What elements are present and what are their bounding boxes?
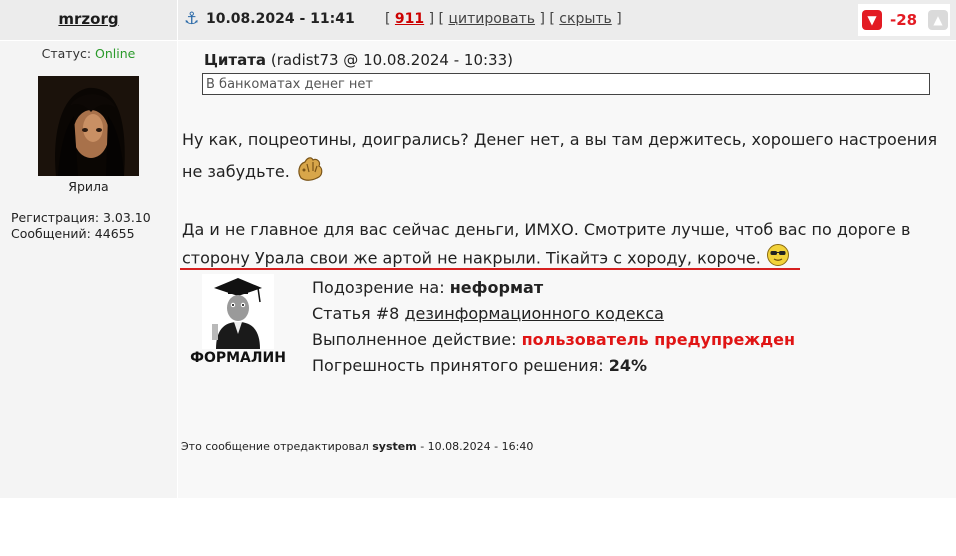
message-paragraph-2: Да и не главное для вас сейчас деньги, И… xyxy=(182,216,952,275)
action-label: Выполненное действие: xyxy=(312,330,517,349)
quote-link[interactable]: цитировать xyxy=(448,11,535,27)
sunglasses-smiley-icon xyxy=(766,243,790,275)
post-score: -28 xyxy=(890,11,918,29)
edited-prefix: Это сообщение отредактировал xyxy=(181,440,369,453)
post-header: ⚓ 10.08.2024 - 11:41 [ 911 ] [ цитироват… xyxy=(178,0,956,40)
highlight-underline xyxy=(180,268,800,270)
thumb-down-icon[interactable]: ▼ xyxy=(862,10,882,30)
formalin-bot-name: ФОРМАЛИН xyxy=(190,350,286,366)
quote-header: Цитата (radist73 @ 10.08.2024 - 10:33) xyxy=(204,51,513,69)
error-line: Погрешность принятого решения: 24% xyxy=(312,353,795,379)
action-value: пользователь предупрежден xyxy=(521,330,796,349)
user-status: Статус: Online xyxy=(0,46,177,61)
moderation-verdict: Подозрение на: неформат Статья #8 дезинф… xyxy=(312,275,795,379)
edited-note: Это сообщение отредактировал system - 10… xyxy=(181,440,533,453)
rating-widget: ▼ -28 ▲ xyxy=(858,4,950,36)
suspicion-label: Подозрение на: xyxy=(312,278,445,297)
quote-meta: (radist73 @ 10.08.2024 - 10:33) xyxy=(270,51,513,69)
suspicion-value: неформат xyxy=(449,278,544,297)
article-link[interactable]: дезинформационного кодекса xyxy=(404,304,663,323)
avatar[interactable] xyxy=(38,76,139,176)
error-label: Погрешность принятого решения: xyxy=(312,356,604,375)
post-author-header: mrzorg xyxy=(0,0,177,41)
author-name[interactable]: mrzorg xyxy=(0,10,177,28)
message-count: Сообщений: 44655 xyxy=(11,226,135,241)
post-links: [ 911 ] [ цитировать ] [ скрыть ] xyxy=(385,11,622,27)
message-text-2: Да и не главное для вас сейчас деньги, И… xyxy=(182,220,911,268)
author-sidebar: Статус: Online Ярила Регистрация: 3.03.1… xyxy=(0,41,177,498)
article-prefix: Статья #8 xyxy=(312,304,400,323)
formalin-bot-avatar xyxy=(202,274,274,349)
registration-date: Регистрация: 3.03.10 xyxy=(11,210,151,225)
thumb-up-icon[interactable]: ▲ xyxy=(928,10,948,30)
status-value: Online xyxy=(95,46,136,61)
hide-link[interactable]: скрыть xyxy=(559,11,612,27)
edited-user: system xyxy=(372,440,417,453)
post-number-link[interactable]: 911 xyxy=(395,11,424,27)
message-paragraph-1: Ну как, поцреотины, доигрались? Денег не… xyxy=(182,125,952,191)
post-body: Цитата (radist73 @ 10.08.2024 - 10:33) В… xyxy=(178,41,956,498)
user-stats: Регистрация: 3.03.10 Сообщений: 44655 xyxy=(11,210,151,242)
forum-post: mrzorg ⚓ 10.08.2024 - 11:41 [ 911 ] [ ци… xyxy=(0,0,956,498)
post-date: 10.08.2024 - 11:41 xyxy=(206,11,355,27)
article-line: Статья #8 дезинформационного кодекса xyxy=(312,301,795,327)
status-label: Статус: xyxy=(41,46,92,61)
clap-smiley-icon xyxy=(295,154,327,191)
suspicion-line: Подозрение на: неформат xyxy=(312,275,795,301)
edited-suffix: - 10.08.2024 - 16:40 xyxy=(420,440,534,453)
anchor-icon[interactable]: ⚓ xyxy=(184,9,199,29)
action-line: Выполненное действие: пользователь преду… xyxy=(312,327,795,353)
avatar-caption: Ярила xyxy=(68,179,109,194)
quote-text: В банкоматах денег нет xyxy=(202,73,930,95)
quote-title: Цитата xyxy=(204,51,267,69)
error-value: 24% xyxy=(608,356,647,375)
